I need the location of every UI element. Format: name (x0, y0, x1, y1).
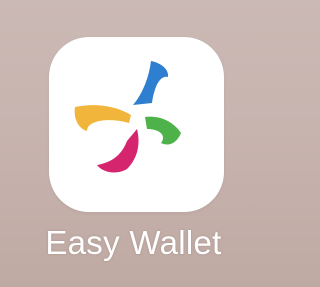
logo-yellow-petal (74, 105, 131, 131)
easy-wallet-logo-icon (74, 61, 181, 173)
app-launcher[interactable]: Easy Wallet (0, 0, 267, 287)
logo-magenta-petal (97, 129, 139, 173)
logo-blue-petal (133, 61, 169, 105)
logo-green-petal (145, 116, 181, 145)
app-label[interactable]: Easy Wallet (0, 223, 267, 263)
easy-wallet-app-icon[interactable] (49, 37, 224, 212)
